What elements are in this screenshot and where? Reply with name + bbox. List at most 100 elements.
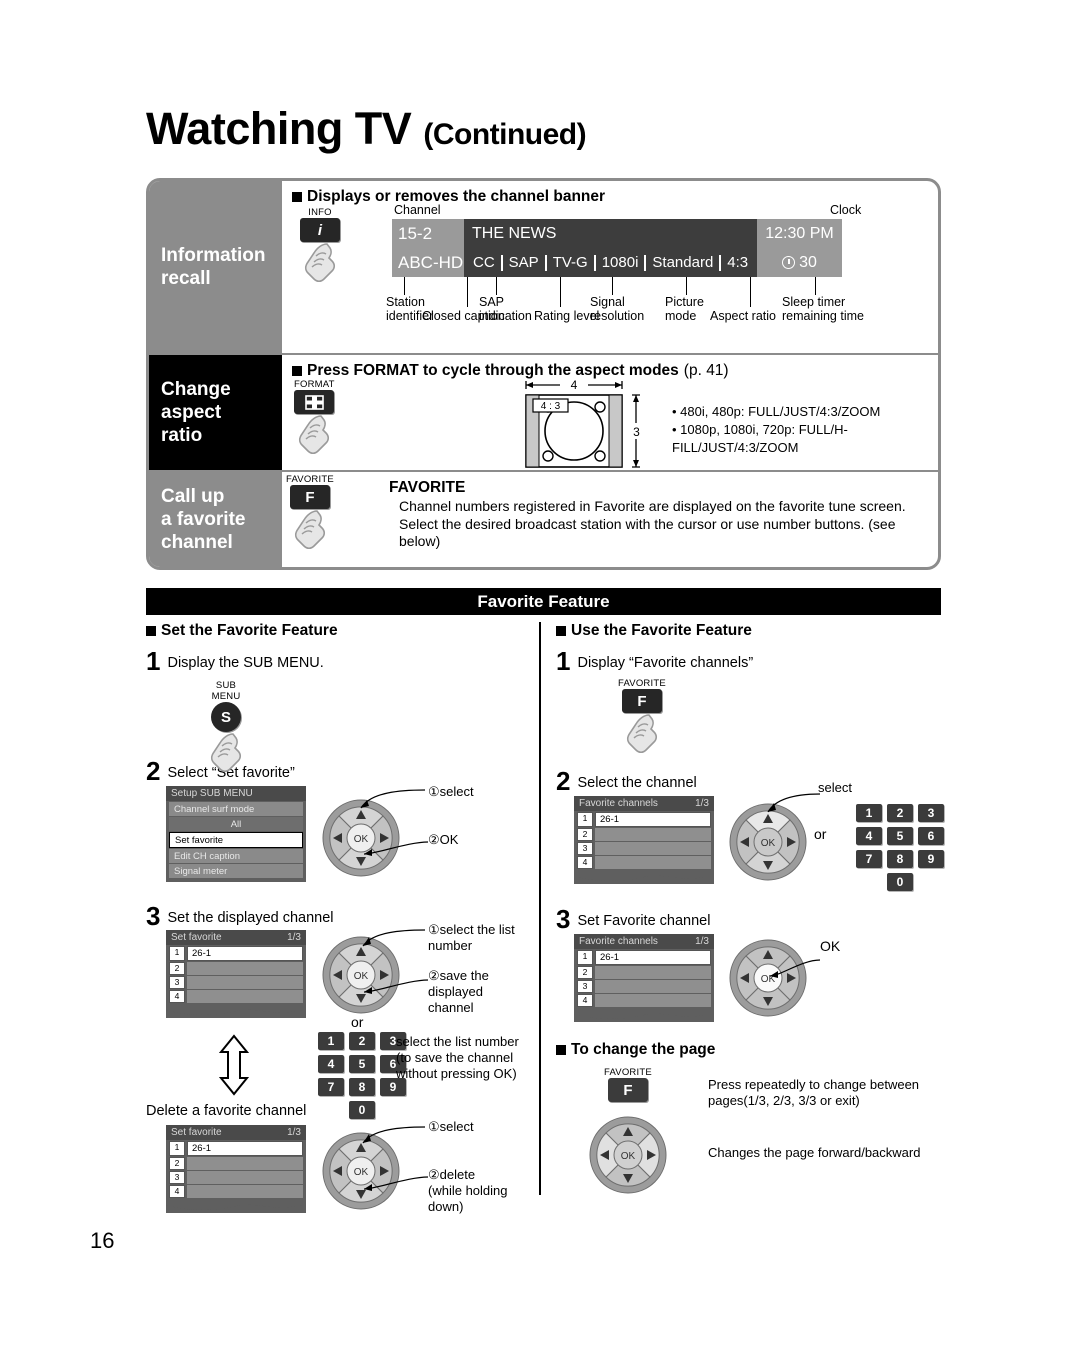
pointing-hand-icon [299,415,330,455]
info-key-caption: INFO [308,207,332,218]
square-bullet-icon [556,1045,566,1055]
or-label-left: or [351,1014,364,1030]
callout-line-select-list [362,929,426,947]
column-set-favorite-feature: Set the Favorite Feature 1 Display the S… [146,622,541,1235]
column-use-favorite-feature: Use the Favorite Feature 1 Display “Favo… [556,622,946,1207]
change-page-note-2: Changes the page forward/backward [708,1145,921,1160]
osd-list-row[interactable]: 1 26-1 [169,1141,303,1156]
annotation-select: ①select [428,784,474,799]
annotation-select-list-number: ①select the list number [428,922,515,953]
format-icon [304,394,324,410]
osd-list-row[interactable]: 3 [577,980,711,993]
heading-favorite: FAVORITE [384,479,928,497]
divider [500,254,503,271]
osd-list-row[interactable]: 3 [577,842,711,855]
osd-list-row[interactable]: 1 26-1 [169,946,303,961]
osd-item-channel-surf-mode[interactable]: Channel surf mode [169,802,303,816]
heading-use-favorite-feature: Use the Favorite Feature [556,622,946,640]
dpad-control-change-page[interactable]: OK [588,1115,668,1195]
format-key-caption: FORMAT [294,379,335,390]
heading-set-favorite-feature: Set the Favorite Feature [146,622,541,640]
banner-item-resolution: 1080i [601,254,639,271]
square-bullet-icon [292,192,302,202]
favorite-key-button[interactable]: F [607,1078,648,1102]
numkey-3[interactable]: 3 [918,804,944,822]
numkey-0[interactable]: 0 [887,873,913,891]
step-number: 3 [556,904,571,934]
favorite-key-caption: FAVORITE [604,1067,652,1078]
favorite-key-caption: FAVORITE [618,678,666,689]
numkey-7[interactable]: 7 [856,850,882,868]
use-favorite-step-1: 1 Display “Favorite channels” [556,648,946,674]
feature-row-label-call-up-favorite: Call up a favorite channel [149,472,282,567]
sub-menu-glyph-icon: S [220,708,231,726]
osd-list-row[interactable]: 2 [577,966,711,979]
osd-list-row[interactable]: 2 [577,828,711,841]
numkey-1[interactable]: 1 [856,804,882,822]
change-page-note-1: Press repeatedly to change between pages… [708,1077,920,1108]
numkey-2[interactable]: 2 [887,804,913,822]
svg-text:3: 3 [633,425,640,439]
osd-list-row[interactable]: 4 [577,856,711,869]
label-line-2: recall [161,268,211,289]
pointing-hand-icon [304,243,336,283]
osd-row-value [187,1171,303,1184]
feature-row-body-call-up-favorite: FAVORITE F FAVORITE Channel numbers regi… [282,472,938,567]
osd-row-number: 1 [169,946,185,961]
osd-item-edit-ch-caption[interactable]: Edit CH caption [169,849,303,863]
osd-item-signal-meter[interactable]: Signal meter [169,864,303,878]
numkey-4[interactable]: 4 [856,827,882,845]
osd-row-value: 26-1 [187,946,303,961]
osd-item-all[interactable]: All [169,817,303,831]
numkey-2[interactable]: 2 [349,1032,375,1050]
svg-text:OK: OK [761,838,776,849]
osd-title-text: Setup SUB MENU [171,788,253,799]
numkey-1[interactable]: 1 [318,1032,344,1050]
numkey-5[interactable]: 5 [887,827,913,845]
osd-title: Favorite channels 1/3 [574,934,714,949]
osd-list-row[interactable]: 1 26-1 [577,812,711,827]
favorite-key[interactable]: FAVORITE F [286,474,334,551]
leader-line-sap [496,277,497,295]
osd-list-row[interactable]: 1 26-1 [577,950,711,965]
format-key[interactable]: FORMAT [294,379,335,456]
info-key[interactable]: INFO i [300,207,340,284]
page-title-continued: (Continued) [423,118,587,151]
numkey-8[interactable]: 8 [887,850,913,868]
sub-menu-key[interactable]: SUB MENU S [208,680,244,774]
favorite-key-change-page[interactable]: FAVORITE F [604,1067,652,1102]
feature-row-body-change-aspect-ratio: Press FORMAT to cycle through the aspect… [282,355,938,470]
favorite-key-right[interactable]: FAVORITE F [618,678,666,755]
osd-item-set-favorite[interactable]: Set favorite [169,832,303,848]
osd-list-row[interactable]: 2 [169,1157,303,1170]
feature-row-information-recall: Information recall Displays or removes t… [149,181,938,353]
osd-list-row[interactable]: 2 [169,962,303,975]
osd-list-row[interactable]: 4 [169,990,303,1003]
osd-list-row[interactable]: 3 [169,1171,303,1184]
numkey-7[interactable]: 7 [318,1078,344,1096]
sleep-timer-clock-icon [782,256,796,269]
osd-row-value: 26-1 [595,812,711,827]
osd-list-row[interactable]: 3 [169,976,303,989]
numeric-keypad-right[interactable]: 1 2 3 4 5 6 7 8 9 0 [856,804,944,891]
osd-title-text: Favorite channels [579,798,658,809]
numkey-6[interactable]: 6 [918,827,944,845]
numkey-4[interactable]: 4 [318,1055,344,1073]
osd-row-number: 2 [577,966,593,979]
label-picture-mode: Picture mode [665,295,704,323]
banner-station-identifier: ABC-HD [392,248,464,277]
pointing-hand-icon [626,714,657,754]
numkey-8[interactable]: 8 [349,1078,375,1096]
osd-list-row[interactable]: 4 [577,994,711,1007]
pointing-hand-icon [294,510,325,550]
osd-torn-edge-icon [166,1004,306,1015]
numkey-5[interactable]: 5 [349,1055,375,1073]
leader-line-resolution [612,277,613,295]
label-line-1: Call up [161,486,225,507]
numkey-9[interactable]: 9 [918,850,944,868]
osd-row-number: 3 [577,980,593,993]
osd-row-value [595,994,711,1007]
banner-program-title: THE NEWS [464,219,757,248]
osd-list-row[interactable]: 4 [169,1185,303,1198]
aspect-mode-list: • 480i, 480p: FULL/JUST/4:3/ZOOM • 1080p… [672,403,938,457]
